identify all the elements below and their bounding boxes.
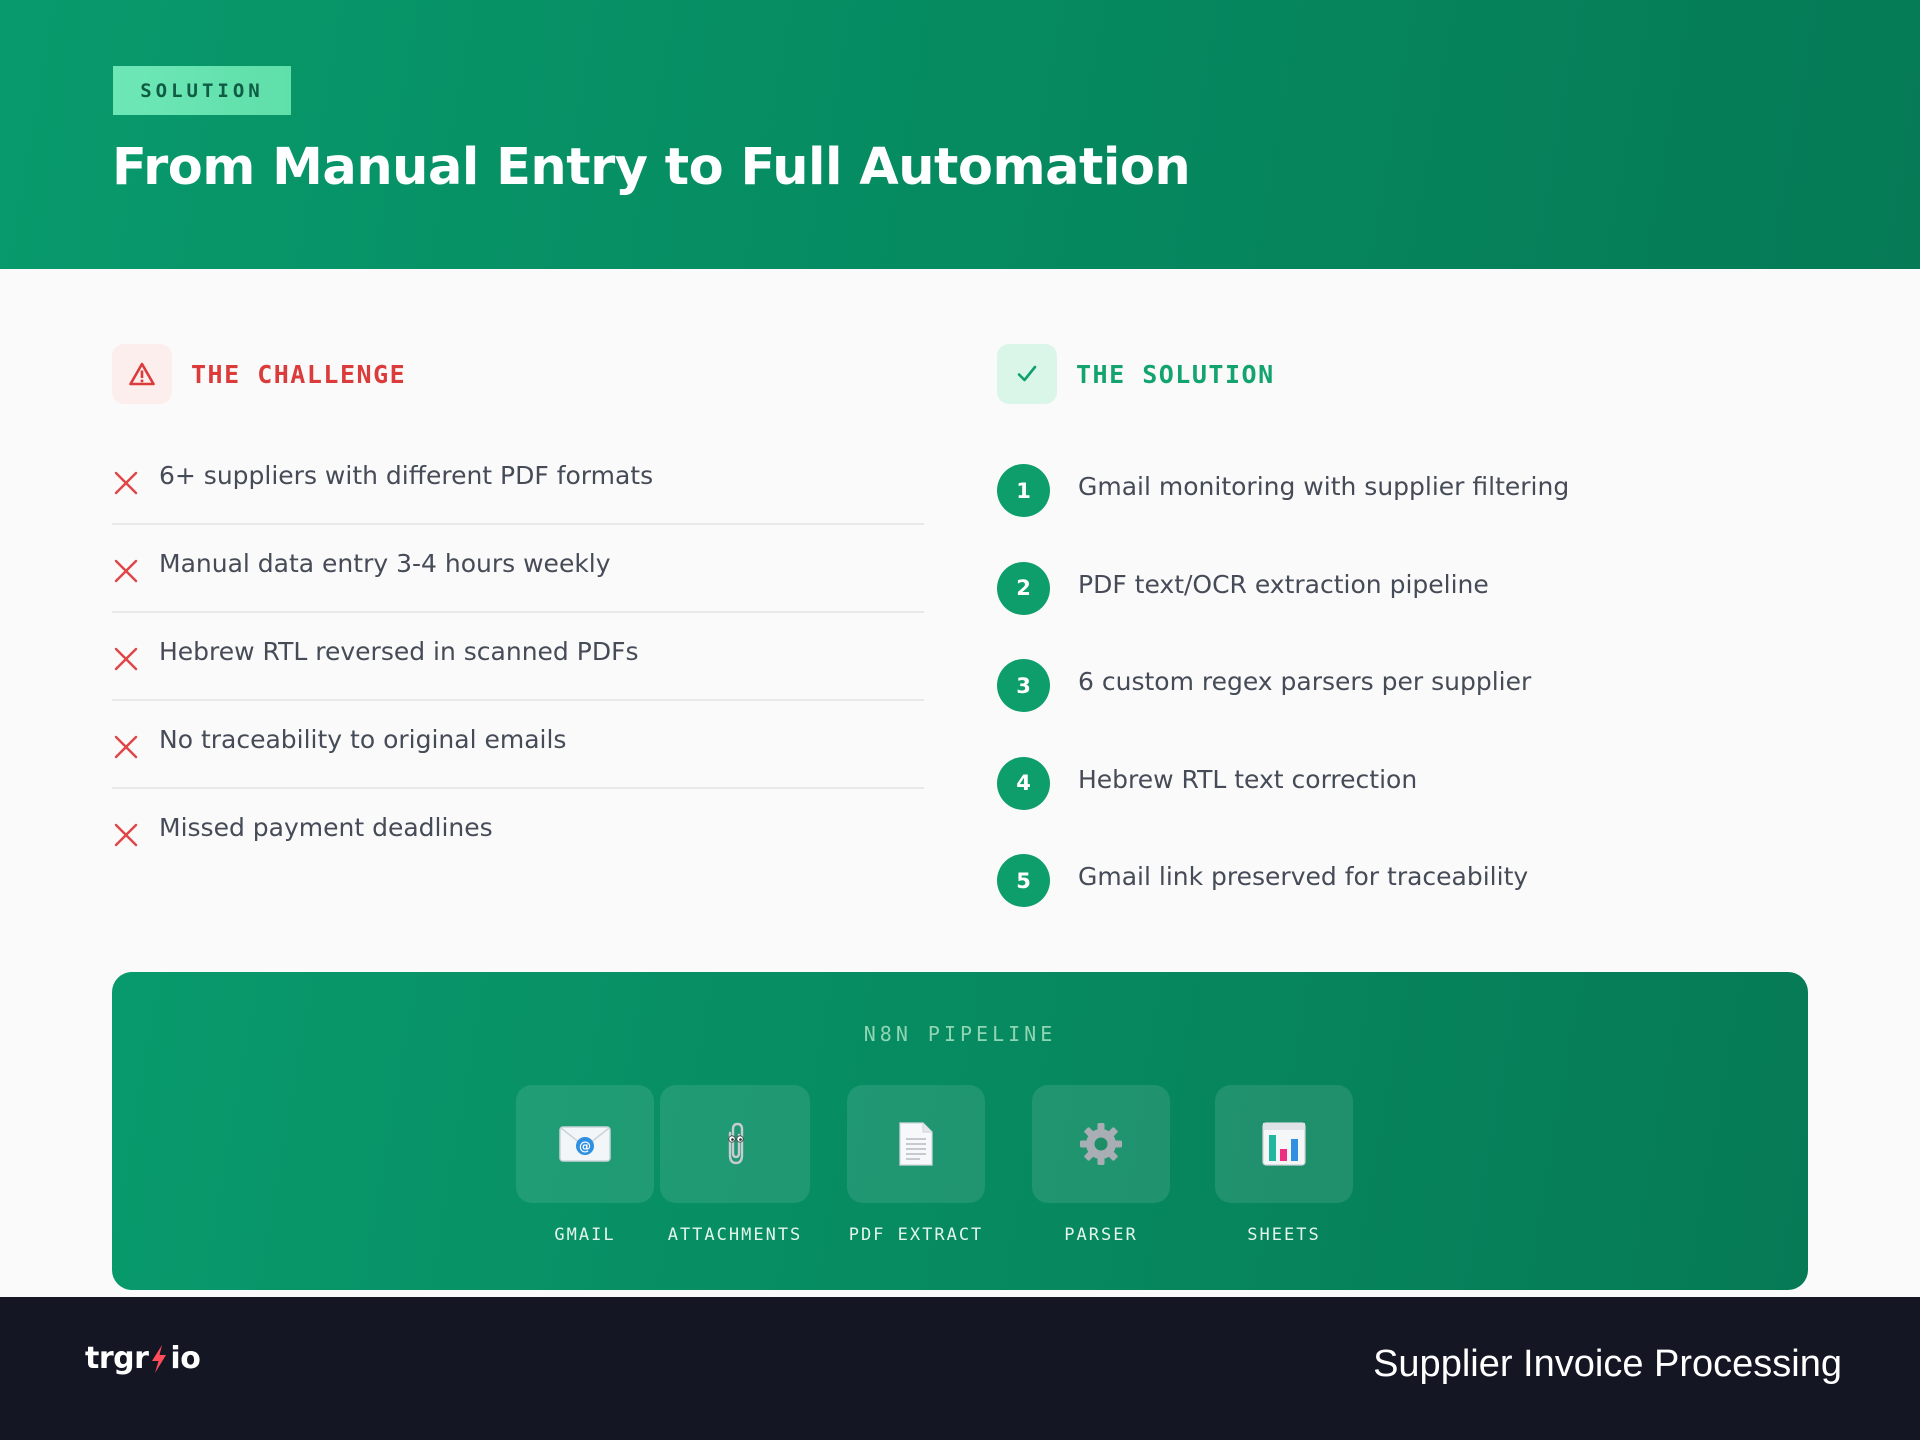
- solution-list: 1 Gmail monitoring with supplier filteri…: [997, 464, 1569, 952]
- pipeline-step-label: GMAIL: [554, 1225, 616, 1245]
- pipeline-step-label: ATTACHMENTS: [667, 1225, 803, 1245]
- pipeline-step-label: SHEETS: [1247, 1225, 1321, 1245]
- pipeline-step-box: [1032, 1085, 1170, 1203]
- challenge-item-text: Manual data entry 3-4 hours weekly: [159, 549, 611, 578]
- gear-icon: [1080, 1123, 1122, 1165]
- pipeline-step-sheets: SHEETS: [1209, 1085, 1359, 1245]
- pipeline-step-gmail: @ GMAIL: [510, 1085, 660, 1245]
- logo-text-right: io: [170, 1341, 201, 1376]
- header-banner: SOLUTION From Manual Entry to Full Autom…: [0, 0, 1920, 269]
- page-title: From Manual Entry to Full Automation: [112, 138, 1191, 197]
- svg-text:@: @: [579, 1140, 591, 1154]
- solution-item-text: Gmail link preserved for traceability: [1078, 862, 1529, 891]
- solution-item-text: Gmail monitoring with supplier filtering: [1078, 472, 1570, 501]
- step-number: 1: [997, 464, 1050, 517]
- brand-logo: trgr io: [85, 1341, 201, 1376]
- lightning-icon: [152, 1344, 167, 1373]
- pipeline-step-box: [1215, 1085, 1353, 1203]
- challenge-heading: THE CHALLENGE: [112, 344, 406, 404]
- challenge-list: 6+ suppliers with different PDF formats …: [112, 437, 924, 877]
- pipeline-step-box: [847, 1085, 985, 1203]
- section-badge: SOLUTION: [113, 66, 291, 115]
- footer-title: Supplier Invoice Processing: [1373, 1343, 1842, 1385]
- list-item: 1 Gmail monitoring with supplier filteri…: [997, 464, 1569, 562]
- list-item: 2 PDF text/OCR extraction pipeline: [997, 561, 1569, 660]
- pipeline-step-label: PARSER: [1064, 1225, 1138, 1245]
- close-icon: [114, 647, 138, 671]
- pipeline-step-parser: PARSER: [1026, 1085, 1176, 1245]
- list-item: 5 Gmail link preserved for traceability: [997, 854, 1569, 952]
- close-icon: [114, 471, 138, 495]
- list-item: Missed payment deadlines: [112, 789, 924, 877]
- logo-text-left: trgr: [85, 1341, 149, 1376]
- list-item: 4 Hebrew RTL text correction: [997, 756, 1569, 855]
- close-icon: [114, 735, 138, 759]
- footer: trgr io Supplier Invoice Processing: [0, 1297, 1920, 1440]
- list-item: 3 6 custom regex parsers per supplier: [997, 659, 1569, 757]
- document-icon: [899, 1122, 933, 1166]
- pipeline-step-label: PDF EXTRACT: [848, 1225, 984, 1245]
- solution-item-text: 6 custom regex parsers per supplier: [1078, 667, 1532, 696]
- solution-heading: THE SOLUTION: [997, 344, 1275, 404]
- challenge-item-text: Hebrew RTL reversed in scanned PDFs: [159, 637, 639, 666]
- step-number: 5: [997, 854, 1050, 907]
- challenge-item-text: No traceability to original emails: [159, 725, 567, 754]
- close-icon: [114, 559, 138, 583]
- step-number: 2: [997, 561, 1050, 615]
- pipeline-label: N8N PIPELINE: [863, 1022, 1057, 1046]
- challenge-heading-label: THE CHALLENGE: [191, 359, 407, 389]
- pipeline-step-pdf-extract: PDF EXTRACT: [841, 1085, 991, 1245]
- email-icon: @: [559, 1126, 611, 1162]
- list-item: No traceability to original emails: [112, 701, 924, 789]
- challenge-item-text: Missed payment deadlines: [159, 813, 493, 842]
- list-item: 6+ suppliers with different PDF formats: [112, 437, 924, 525]
- chart-icon: [1262, 1122, 1306, 1166]
- solution-item-text: PDF text/OCR extraction pipeline: [1078, 569, 1489, 599]
- pipeline-step-attachments: ATTACHMENTS: [660, 1085, 810, 1245]
- close-icon: [114, 823, 138, 847]
- solution-heading-label: THE SOLUTION: [1076, 359, 1275, 389]
- pipeline-step-box: [660, 1085, 810, 1203]
- step-number: 3: [997, 659, 1050, 712]
- check-icon: [997, 344, 1057, 404]
- warning-icon: [112, 344, 172, 404]
- pipeline-panel: N8N PIPELINE @ GMAIL ATTACHMENTS PDF EXT…: [112, 972, 1808, 1290]
- challenge-item-text: 6+ suppliers with different PDF formats: [159, 461, 654, 490]
- list-item: Hebrew RTL reversed in scanned PDFs: [112, 613, 924, 701]
- step-number: 4: [997, 756, 1050, 810]
- solution-item-text: Hebrew RTL text correction: [1078, 764, 1418, 794]
- pipeline-step-box: @: [516, 1085, 654, 1203]
- paperclip-icon: [728, 1122, 744, 1165]
- list-item: Manual data entry 3-4 hours weekly: [112, 525, 924, 613]
